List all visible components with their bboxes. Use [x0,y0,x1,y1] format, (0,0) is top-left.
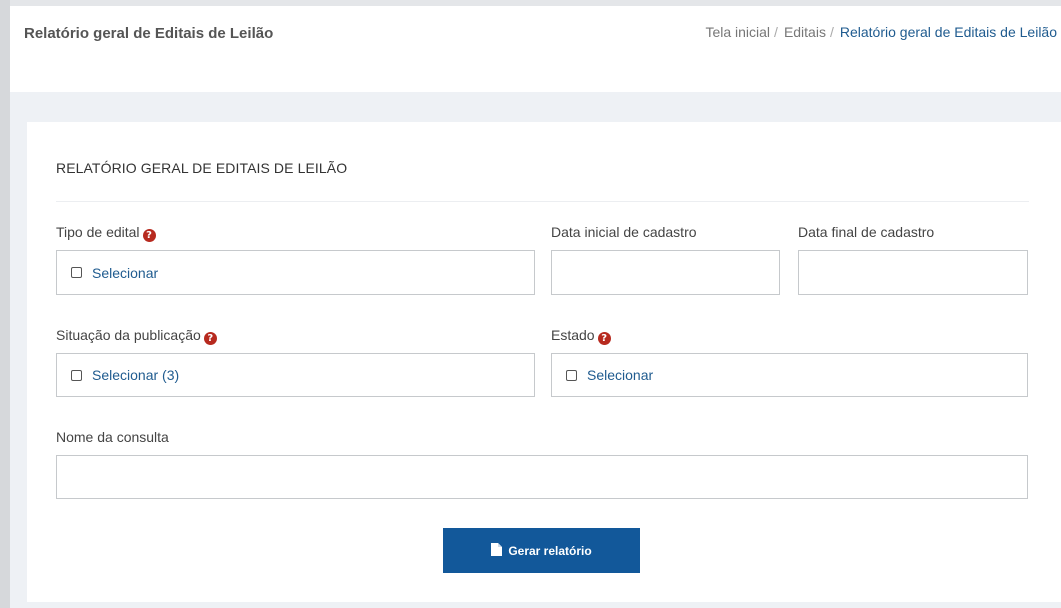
estado-label: Estado? [551,327,611,345]
tipo-edital-select[interactable]: Selecionar [56,250,535,295]
file-icon [491,542,503,559]
data-final-label: Data final de cadastro [798,224,935,240]
nome-consulta-input[interactable] [56,455,1028,499]
checkbox-icon[interactable] [71,369,82,381]
breadcrumb: Tela inicial / Editais / Relatório geral de … [705,24,1057,40]
form-section-title: RELATÓRIO GERAL DE EDITAIS DE LEILÃO [56,160,348,176]
tipo-edital-select-value: Selecionar [92,264,159,281]
breadcrumb-current: Relatório geral de Editais de Leilão [839,24,1057,40]
estado-select[interactable]: Selecionar [551,353,1028,397]
question-circle-icon[interactable]: ? [142,229,156,242]
gerar-relatorio-label: Gerar relatório [508,543,592,558]
divider [56,201,1029,202]
data-final-input[interactable] [798,250,1028,295]
checkbox-icon[interactable] [71,267,82,278]
situacao-select-value: Selecionar (3) [92,367,180,383]
checkbox-icon[interactable] [566,369,577,381]
data-inicial-input[interactable] [551,250,780,295]
estado-label-text: Estado [551,327,595,343]
breadcrumb-separator: / [829,24,834,40]
situacao-label-text: Situação da publicação [56,327,201,343]
nome-consulta-label: Nome da consulta [56,429,169,445]
estado-select-value: Selecionar [587,367,654,383]
breadcrumb-home[interactable]: Tela inicial [705,24,770,40]
window-left-border [0,0,10,608]
situacao-select[interactable]: Selecionar (3) [56,353,535,397]
tipo-edital-label-text: Tipo de edital [56,224,140,240]
gerar-relatorio-button[interactable]: Gerar relatório [443,528,640,573]
tipo-edital-label: Tipo de edital? [56,224,156,242]
breadcrumb-editais[interactable]: Editais [784,24,826,40]
page-title: Relatório geral de Editais de Leilão [24,25,274,42]
breadcrumb-separator: / [774,24,778,40]
data-inicial-label: Data inicial de cadastro [551,224,697,240]
page-header: Relatório geral de Editais de Leilão Tel… [10,6,1061,92]
report-form-card: RELATÓRIO GERAL DE EDITAIS DE LEILÃO Tip… [27,122,1061,602]
situacao-label: Situação da publicação? [56,327,217,345]
question-circle-icon[interactable]: ? [597,332,611,345]
question-circle-icon[interactable]: ? [203,332,217,345]
